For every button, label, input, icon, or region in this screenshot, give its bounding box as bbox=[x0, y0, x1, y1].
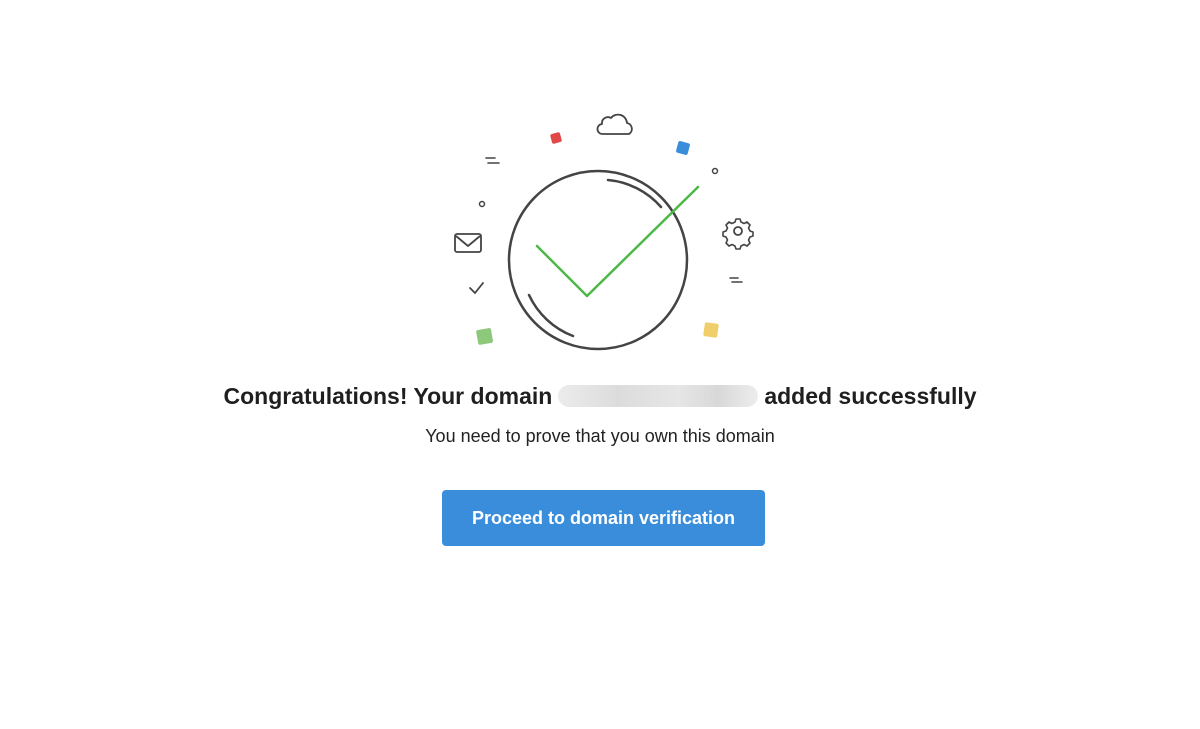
headline-suffix: added successfully bbox=[764, 382, 977, 409]
success-headline: Congratulations! Your domain added succes… bbox=[0, 378, 1200, 412]
headline-prefix: Congratulations! Your domain bbox=[223, 382, 553, 409]
verification-subtitle: You need to prove that you own this doma… bbox=[425, 426, 775, 446]
success-check-icon bbox=[454, 113, 754, 351]
success-illustration bbox=[440, 105, 770, 360]
mail-icon bbox=[454, 233, 482, 253]
gear-icon bbox=[722, 218, 754, 250]
proceed-verification-button[interactable]: Proceed to domain verification bbox=[442, 490, 765, 546]
small-check-icon bbox=[469, 282, 484, 294]
cloud-icon bbox=[596, 113, 633, 135]
redacted-domain-name bbox=[558, 384, 759, 407]
success-page: Congratulations! Your domain added succes… bbox=[0, 0, 1200, 729]
